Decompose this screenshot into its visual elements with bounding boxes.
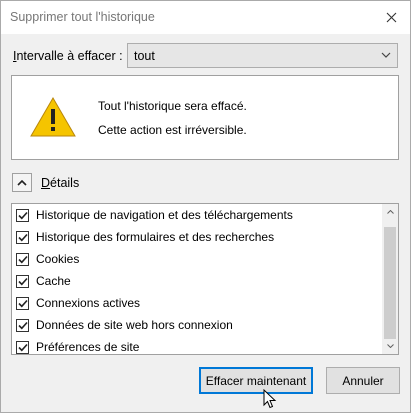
scrollbar[interactable] <box>382 204 398 354</box>
scroll-down-arrow-icon <box>386 344 394 348</box>
chevron-up-icon <box>17 179 27 186</box>
close-icon <box>386 12 396 22</box>
dialog-title: Supprimer tout l'historique <box>10 10 155 24</box>
checkbox[interactable] <box>16 230 29 244</box>
checkbox[interactable] <box>16 252 29 266</box>
checkbox[interactable] <box>16 208 29 222</box>
checkmark-icon <box>17 343 28 351</box>
close-button[interactable] <box>380 6 402 28</box>
history-item[interactable]: Historique de navigation et des téléchar… <box>16 206 293 224</box>
checkmark-icon <box>17 255 28 263</box>
history-item[interactable]: Données de site web hors connexion <box>16 316 233 334</box>
range-label-text: ntervalle à effacer : <box>16 49 123 63</box>
checkmark-icon <box>17 233 28 241</box>
scroll-up-button[interactable] <box>382 204 398 220</box>
warning-message-line1: Tout l'historique sera effacé. <box>98 99 247 113</box>
checkmark-icon <box>17 299 28 307</box>
checkbox[interactable] <box>16 318 29 332</box>
history-item-label: Cookies <box>36 252 80 266</box>
chevron-down-icon <box>381 52 391 58</box>
title-bar: Supprimer tout l'historique <box>1 1 410 34</box>
history-item[interactable]: Connexions actives <box>16 294 140 312</box>
cancel-button[interactable]: Annuler <box>326 367 400 394</box>
time-range-value: tout <box>134 49 155 63</box>
details-label-text: étails <box>50 176 80 190</box>
history-item-label: Historique de navigation et des téléchar… <box>36 208 293 222</box>
history-item[interactable]: Préférences de site <box>16 338 139 356</box>
details-label-mnemonic: D <box>41 176 51 190</box>
checkmark-icon <box>17 277 28 285</box>
checkbox[interactable] <box>16 274 29 288</box>
scrollbar-thumb[interactable] <box>384 227 396 339</box>
history-item-label: Cache <box>36 274 71 288</box>
history-item[interactable]: Cache <box>16 272 71 290</box>
scroll-up-arrow-icon <box>386 210 394 214</box>
warning-icon <box>30 97 76 137</box>
history-item-label: Historique des formulaires et des recher… <box>36 230 275 244</box>
range-label: Intervalle à effacer : <box>13 49 123 63</box>
history-item-label: Connexions actives <box>36 296 141 310</box>
warning-message-line2: Cette action est irréversible. <box>98 123 247 137</box>
history-item-label: Préférences de site <box>36 340 140 354</box>
mouse-cursor-icon <box>263 389 277 409</box>
clear-history-dialog: Supprimer tout l'historique Intervalle à… <box>0 0 411 413</box>
scroll-down-button[interactable] <box>382 338 398 354</box>
history-item[interactable]: Historique des formulaires et des recher… <box>16 228 274 246</box>
warning-box: Tout l'historique sera effacé. Cette act… <box>11 75 399 160</box>
details-toggle-button[interactable] <box>12 173 32 192</box>
history-item-label: Données de site web hors connexion <box>36 318 233 332</box>
time-range-select[interactable]: tout <box>127 43 398 68</box>
checkmark-icon <box>17 321 28 329</box>
details-label[interactable]: Détails <box>41 176 79 190</box>
history-items-list: Historique de navigation et des téléchar… <box>11 203 399 355</box>
checkmark-icon <box>17 211 28 219</box>
history-item[interactable]: Cookies <box>16 250 79 268</box>
clear-now-button[interactable]: Effacer maintenant <box>199 367 313 394</box>
checkbox[interactable] <box>16 296 29 310</box>
checkbox[interactable] <box>16 340 29 354</box>
